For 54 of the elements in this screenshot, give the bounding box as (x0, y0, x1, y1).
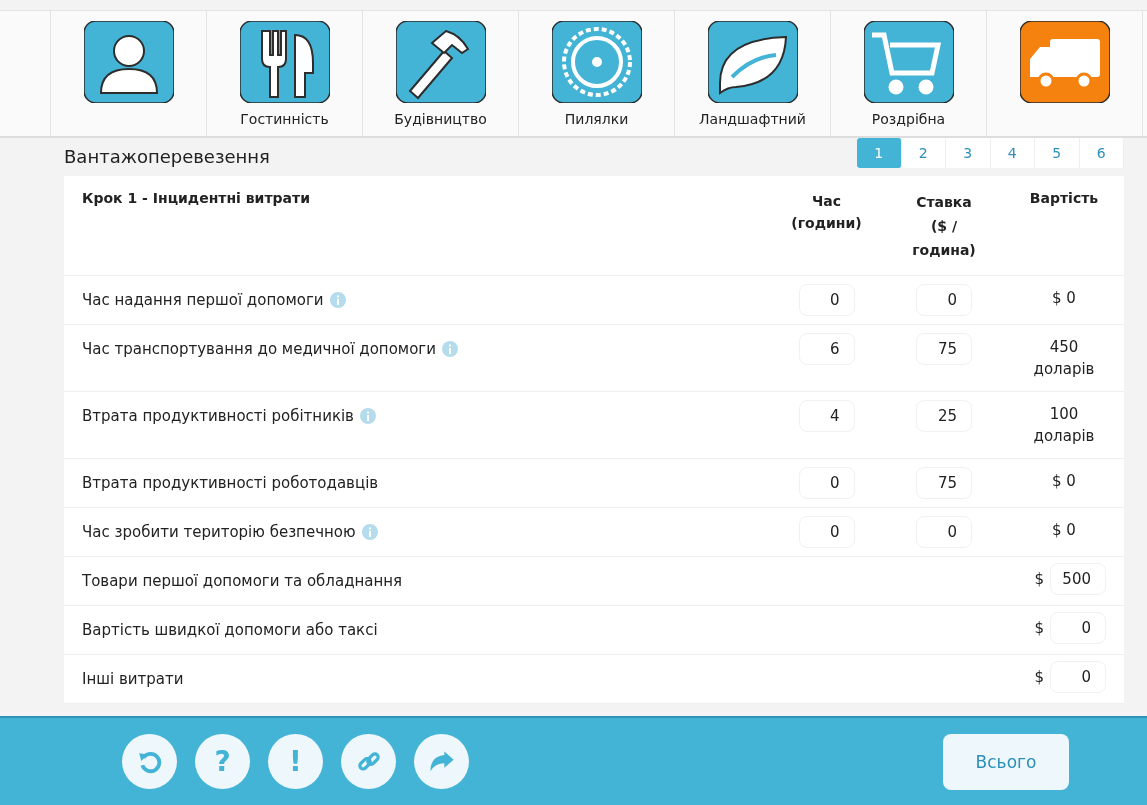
share-button[interactable] (414, 734, 469, 789)
category-tab[interactable]: Пилялки (519, 11, 675, 136)
cost-value: 100 доларів (1033, 405, 1095, 445)
category-tab[interactable]: Роздрібна (831, 11, 987, 136)
leaf-icon (707, 21, 798, 103)
rate-field[interactable]: 75 (916, 467, 972, 499)
category-tab[interactable]: Будівництво (363, 11, 519, 136)
category-tab[interactable]: Гостинність (207, 11, 363, 136)
currency-sign: $ (1034, 569, 1044, 590)
amount-field[interactable]: 0 (1050, 612, 1106, 644)
row-label: Втрата продуктивності роботодавців (82, 474, 379, 492)
cost-value: $ 0 (1052, 521, 1076, 539)
reset-button[interactable] (122, 734, 177, 789)
cart-icon (863, 21, 954, 103)
rate-field[interactable]: 0 (916, 284, 972, 316)
column-header: Крок 1 - Інцидентні витрати (81, 190, 311, 208)
row-label: Товари першої допомоги та обладнання (82, 572, 403, 590)
saw-blade-icon (551, 21, 642, 103)
hammer-icon (395, 21, 486, 103)
rate-field[interactable]: 75 (916, 333, 972, 365)
category-tab[interactable]: Ландшафтний (675, 11, 831, 136)
cutlery-icon (239, 21, 330, 103)
info-icon[interactable] (361, 524, 378, 540)
hours-field[interactable]: 0 (798, 467, 855, 499)
truck-icon (1019, 21, 1110, 103)
row-label: Час транспортування до медичної допомоги (82, 340, 436, 358)
currency-sign: $ (1034, 618, 1044, 639)
cost-value: $ 0 (1052, 472, 1076, 490)
hours-field[interactable]: 0 (798, 516, 855, 548)
info-icon[interactable] (359, 408, 376, 424)
amount-field[interactable]: 0 (1050, 661, 1106, 693)
total-button[interactable]: Всього (943, 733, 1069, 790)
info-icon[interactable] (442, 341, 458, 357)
cost-value: $ 0 (1052, 289, 1076, 307)
row-label: Вартість швидкої допомоги або таксі (82, 621, 378, 639)
hours-field[interactable]: 4 (798, 400, 855, 432)
currency-sign: $ (1034, 667, 1044, 688)
row-label: Інші витрати (82, 670, 184, 688)
amount-field[interactable]: 500 (1050, 563, 1106, 595)
column-header: Час (години) (790, 192, 863, 233)
row-label: Час надання першої допомоги (82, 291, 324, 309)
page-title: Вантажоперевезення (64, 146, 270, 167)
hours-field[interactable]: 0 (798, 284, 855, 316)
row-label: Втрата продуктивності робітників (82, 407, 354, 425)
row-label: Час зробити територію безпечною (82, 523, 356, 541)
cost-value: 450 доларів (1033, 338, 1095, 378)
column-header: Вартість (1028, 190, 1100, 208)
rate-field[interactable]: 25 (916, 400, 972, 432)
column-header: Ставка ($ / година) (911, 193, 977, 260)
person-icon (83, 21, 174, 103)
hours-field[interactable]: 6 (798, 333, 855, 365)
link-button[interactable] (341, 734, 396, 789)
info-icon[interactable] (329, 292, 346, 308)
rate-field[interactable]: 0 (916, 516, 972, 548)
